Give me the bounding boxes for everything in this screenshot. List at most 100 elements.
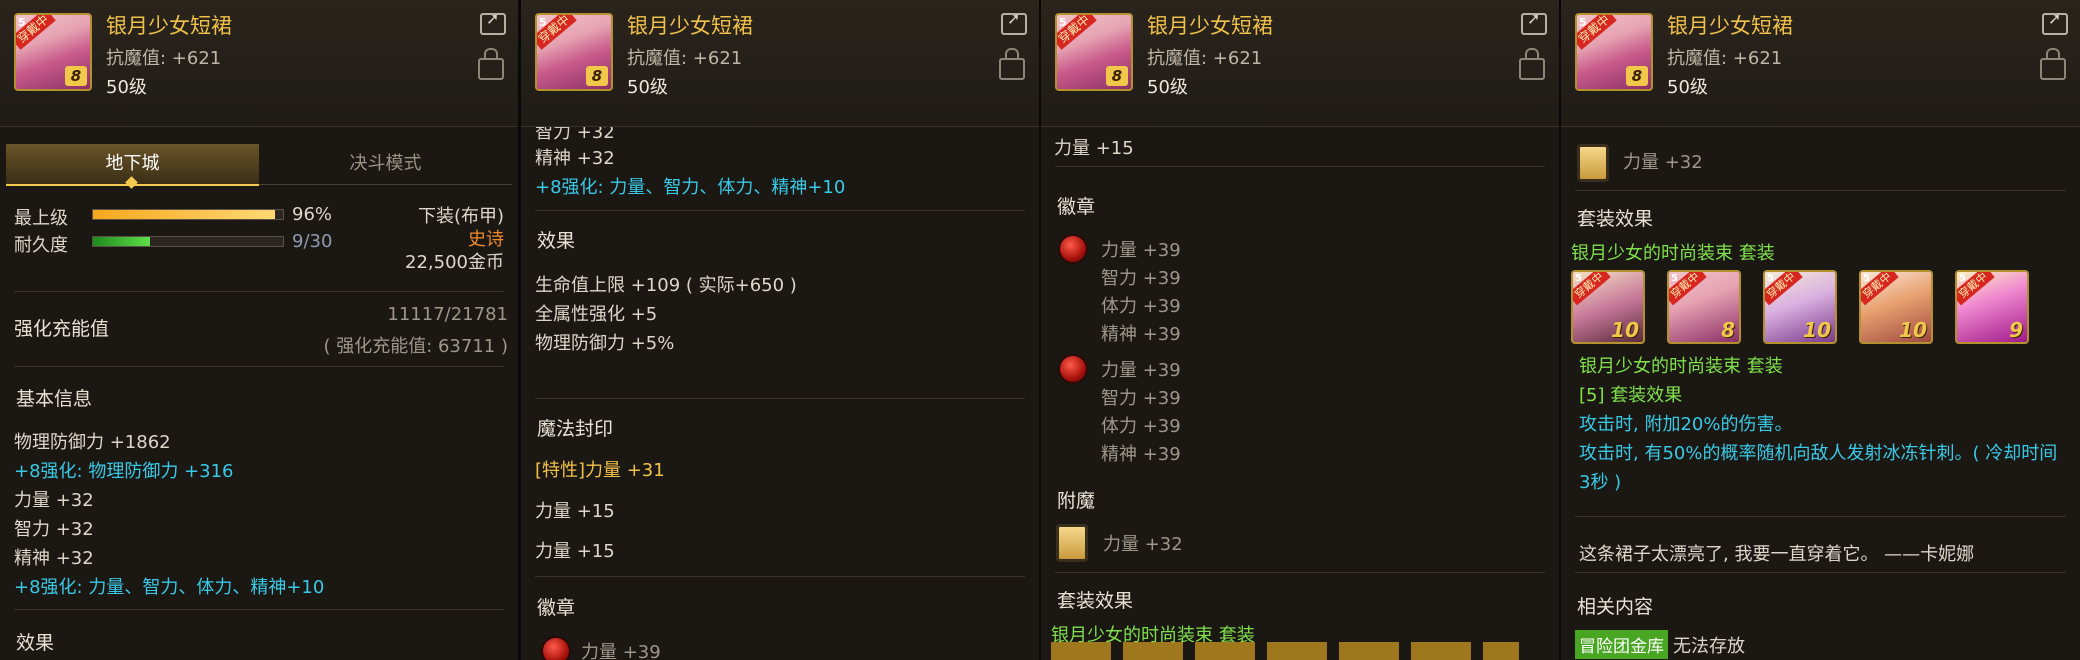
skirt-item-icon[interactable]: 5 穿戴中 8 xyxy=(1055,13,1133,91)
set-piece-belt-icon[interactable]: 5 穿戴中 10 xyxy=(1859,270,1933,344)
divider xyxy=(1055,166,1545,167)
account-storage-badge: 冒险团金库 xyxy=(1575,630,1668,659)
emblem-title: 徽章 xyxy=(1057,196,1096,218)
tooltip-body: 力量 +32 套装效果 银月少女的时尚装束 套装 5 穿戴中 10 5 穿戴中 … xyxy=(1561,126,2080,660)
mode-tabs: 地下城 决斗模式 xyxy=(6,144,512,189)
durability-label: 耐久度 xyxy=(14,235,68,256)
lock-icon[interactable] xyxy=(478,48,504,80)
reinforce-level: 10 xyxy=(1899,318,1927,342)
grade-percent: 96% xyxy=(292,204,333,225)
seal-line: 力量 +15 xyxy=(535,541,615,562)
red-emblem-icon[interactable] xyxy=(1058,354,1088,384)
divider xyxy=(535,576,1025,577)
reinforce-badge: 8 xyxy=(65,66,87,86)
share-icon[interactable] xyxy=(480,9,506,35)
set-piece-top-icon[interactable]: 5 穿戴中 10 xyxy=(1571,270,1645,344)
item-header: 5 穿戴中 8 银月少女短裙 抗魔值: +621 50级 xyxy=(0,0,518,127)
divider xyxy=(14,366,504,367)
divider xyxy=(1575,190,2066,191)
set-effect-title: 套装效果 xyxy=(1057,590,1134,612)
emblem-title: 徽章 xyxy=(537,597,576,619)
effect-title: 效果 xyxy=(16,632,55,654)
stat-line: +8强化: 物理防御力 +316 xyxy=(14,461,234,482)
tooltip-body: 地下城 决斗模式 最上级 96% 耐久度 9/30 下装(布甲) 史诗 22,5… xyxy=(0,126,518,660)
reinforce-level: 10 xyxy=(1611,318,1639,342)
set-bonus-title: [5] 套装效果 xyxy=(1579,385,1683,406)
anti-magic-value: 抗魔值: +621 xyxy=(1147,48,1263,69)
skirt-item-icon[interactable]: 5 穿戴中 8 xyxy=(535,13,613,91)
seal-trait: [特性] xyxy=(535,460,586,481)
skirt-item-icon[interactable]: 5 穿戴中 8 xyxy=(14,13,92,91)
red-emblem-icon[interactable] xyxy=(1058,234,1088,264)
emblem-stat: 力量 +39 xyxy=(1101,240,1181,261)
item-tooltip-panel-1: 5 穿戴中 8 银月少女短裙 抗魔值: +621 50级 地下城 决斗模式 最上… xyxy=(0,0,521,660)
divider xyxy=(1055,572,1545,573)
reinforce-level: 8 xyxy=(1721,318,1735,342)
reinforce-note: ( 强化充能值: 63711 ) xyxy=(323,336,508,357)
price: 22,500金币 xyxy=(405,252,504,273)
emblem-stat: 精神 +39 xyxy=(1101,444,1181,465)
divider xyxy=(14,291,504,292)
seal-trait-value: 力量 +31 xyxy=(585,460,665,481)
emblem-stat: 体力 +39 xyxy=(1101,416,1181,437)
lock-icon[interactable] xyxy=(2040,48,2066,80)
effect-line: 物理防御力 +5% xyxy=(535,333,675,354)
item-level: 50级 xyxy=(1667,77,1708,98)
emblem-stat: 智力 +39 xyxy=(1101,268,1181,289)
stat-line: 智力 +32 xyxy=(14,519,94,540)
stat-line: 精神 +32 xyxy=(535,148,615,169)
item-name: 银月少女短裙 xyxy=(1147,14,1273,38)
set-piece-shoes-icon[interactable]: 5 穿戴中 9 xyxy=(1955,270,2029,344)
reinforce-value: 11117/21781 xyxy=(387,304,508,325)
enchant-card-icon[interactable] xyxy=(1577,144,1609,182)
effect-line: 全属性强化 +5 xyxy=(535,304,658,325)
item-header: 5 穿戴中 8 银月少女短裙 抗魔值: +621 50级 xyxy=(1041,0,1559,127)
storage-note: 无法存放 xyxy=(1673,636,1745,657)
reinforce-badge: 8 xyxy=(586,66,608,86)
item-level: 50级 xyxy=(627,77,668,98)
emblem-stat: 精神 +39 xyxy=(1101,324,1181,345)
divider xyxy=(1575,572,2066,573)
grade-bar xyxy=(92,209,284,220)
set-bonus-line: 攻击时, 有50%的概率随机向敌人发射冰冻针刺。( 冷却时间 xyxy=(1579,443,2058,464)
share-icon[interactable] xyxy=(1521,9,1547,35)
set-name: 银月少女的时尚装束 套装 xyxy=(1571,243,1775,264)
emblem-stat: 力量 +39 xyxy=(1101,360,1181,381)
seal-title: 魔法封印 xyxy=(537,418,614,440)
anti-magic-value: 抗魔值: +621 xyxy=(1667,48,1783,69)
set-effect-title: 套装效果 xyxy=(1577,208,1654,230)
durability-bar xyxy=(92,236,284,247)
enchant-card-icon[interactable] xyxy=(1056,524,1088,562)
basic-info-title: 基本信息 xyxy=(16,388,93,410)
red-emblem-icon[interactable] xyxy=(541,636,571,660)
related-title: 相关内容 xyxy=(1577,596,1654,618)
tooltip-body: 智力 +32 精神 +32 +8强化: 力量、智力、体力、精神+10 效果 生命… xyxy=(521,122,1039,660)
seal-line: 力量 +15 xyxy=(1054,138,1134,159)
set-piece-shoulder-icon[interactable]: 5 穿戴中 10 xyxy=(1763,270,1837,344)
set-bonus-line: 攻击时, 附加20%的伤害。 xyxy=(1579,414,1793,435)
reinforce-level: 10 xyxy=(1803,318,1831,342)
stat-line: +8强化: 力量、智力、体力、精神+10 xyxy=(14,577,325,598)
lock-icon[interactable] xyxy=(1519,48,1545,80)
divider xyxy=(14,609,504,610)
item-level: 50级 xyxy=(106,77,147,98)
tab-pvp[interactable]: 决斗模式 xyxy=(259,144,512,184)
reinforce-badge: 8 xyxy=(1106,66,1128,86)
share-icon[interactable] xyxy=(1001,9,1027,35)
divider xyxy=(535,210,1025,211)
item-name: 银月少女短裙 xyxy=(1667,14,1793,38)
seal-line: 力量 +15 xyxy=(535,501,615,522)
anti-magic-value: 抗魔值: +621 xyxy=(106,48,222,69)
skirt-item-icon[interactable]: 5 穿戴中 8 xyxy=(1575,13,1653,91)
lock-icon[interactable] xyxy=(999,48,1025,80)
item-name: 银月少女短裙 xyxy=(627,14,753,38)
reinforce-label: 强化充能值 xyxy=(14,318,110,340)
set-piece-skirt-icon[interactable]: 5 穿戴中 8 xyxy=(1667,270,1741,344)
share-icon[interactable] xyxy=(2042,9,2068,35)
emblem-stat: 智力 +39 xyxy=(1101,388,1181,409)
set-subname: 银月少女的时尚装束 套装 xyxy=(1579,356,1783,377)
emblem-stat: 体力 +39 xyxy=(1101,296,1181,317)
effect-line: 生命值上限 +109 ( 实际+650 ) xyxy=(535,275,797,296)
durability-value: 9/30 xyxy=(292,231,333,252)
stat-line: 精神 +32 xyxy=(14,548,94,569)
